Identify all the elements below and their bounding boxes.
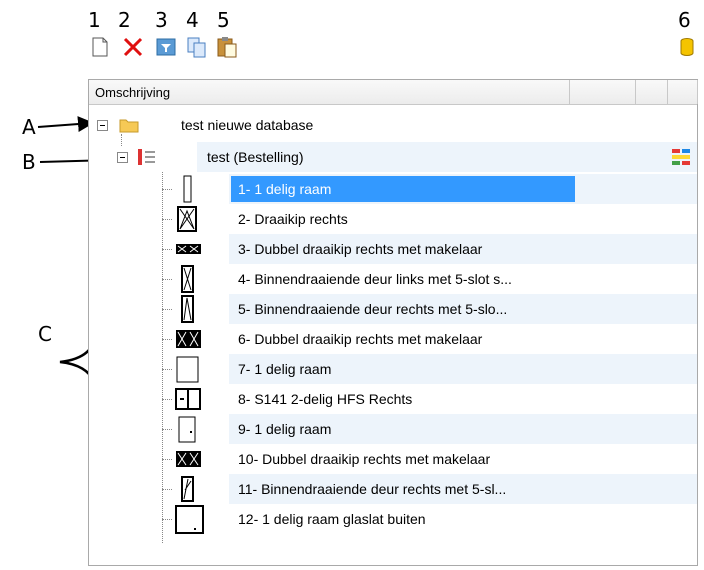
tree-item-label: 3- Dubbel draaikip rechts met makelaar <box>238 241 483 257</box>
column-header-4[interactable] <box>668 80 698 104</box>
order-icon <box>138 149 155 165</box>
tree-item[interactable]: 9- 1 delig raam <box>89 414 697 444</box>
tree-item-label: 2- Draaikip rechts <box>238 211 348 227</box>
collapse-icon[interactable] <box>97 120 108 131</box>
tree-item-label: 9- 1 delig raam <box>238 421 332 437</box>
window-frame-icon <box>181 265 194 293</box>
window-frame-icon <box>183 175 192 203</box>
tree-item-label: 4- Binnendraaiende deur links met 5-slot… <box>238 271 512 287</box>
tree-item-label: 11- Binnendraaiende deur rechts met 5-sl… <box>238 481 507 497</box>
palette-icon[interactable] <box>671 148 691 166</box>
column-header-3[interactable] <box>636 80 668 104</box>
tree-node-child[interactable]: test (Bestelling) <box>89 134 697 172</box>
window-frame-icon <box>176 356 199 383</box>
window-frame-icon <box>176 451 201 467</box>
tree-item[interactable]: 2- Draaikip rechts <box>89 204 697 234</box>
column-header-2[interactable] <box>570 80 636 104</box>
child-label: test (Bestelling) <box>207 149 304 165</box>
tree-item[interactable]: 8- S141 2-delig HFS Rechts <box>89 384 697 414</box>
tree-panel: Omschrijving test nieuwe database test (… <box>88 79 698 566</box>
tree-item-label: 12- 1 delig raam glaslat buiten <box>238 511 426 527</box>
window-frame-icon <box>175 388 201 410</box>
window-frame-icon <box>175 505 204 534</box>
tree-item[interactable]: 6- Dubbel draaikip rechts met makelaar <box>89 324 697 354</box>
tree-node-root[interactable]: test nieuwe database <box>89 110 697 140</box>
window-frame-icon <box>181 476 194 502</box>
tree-item[interactable]: 12- 1 delig raam glaslat buiten <box>89 504 697 534</box>
column-header-omschrijving[interactable]: Omschrijving <box>89 80 570 104</box>
tree-item-label: 5- Binnendraaiende deur rechts met 5-slo… <box>238 301 508 317</box>
tree-item-label: 10- Dubbel draaikip rechts met makelaar <box>238 451 491 467</box>
window-frame-icon <box>176 330 201 348</box>
tree-item[interactable]: 4- Binnendraaiende deur links met 5-slot… <box>89 264 697 294</box>
tree-item[interactable]: 11- Binnendraaiende deur rechts met 5-sl… <box>89 474 697 504</box>
window-frame-icon <box>178 416 196 443</box>
collapse-icon[interactable] <box>117 152 128 163</box>
tree-item[interactable]: 7- 1 delig raam <box>89 354 697 384</box>
tree-item[interactable]: 10- Dubbel draaikip rechts met makelaar <box>89 444 697 474</box>
window-frame-icon <box>176 244 201 254</box>
tree-item[interactable]: 3- Dubbel draaikip rechts met makelaar <box>89 234 697 264</box>
tree-item-label: 8- S141 2-delig HFS Rechts <box>238 391 413 407</box>
tree-item-label: 7- 1 delig raam <box>238 361 332 377</box>
tree-item[interactable]: 5- Binnendraaiende deur rechts met 5-slo… <box>89 294 697 324</box>
folder-icon <box>119 119 139 133</box>
tree-item-label: 6- Dubbel draaikip rechts met makelaar <box>238 331 483 347</box>
tree-item[interactable]: 1- 1 delig raam <box>89 174 697 204</box>
window-frame-icon <box>181 295 194 323</box>
column-header-row: Omschrijving <box>89 80 698 105</box>
root-label: test nieuwe database <box>181 117 314 133</box>
tree-item-label: 1- 1 delig raam <box>238 181 332 197</box>
window-frame-icon <box>177 206 197 232</box>
